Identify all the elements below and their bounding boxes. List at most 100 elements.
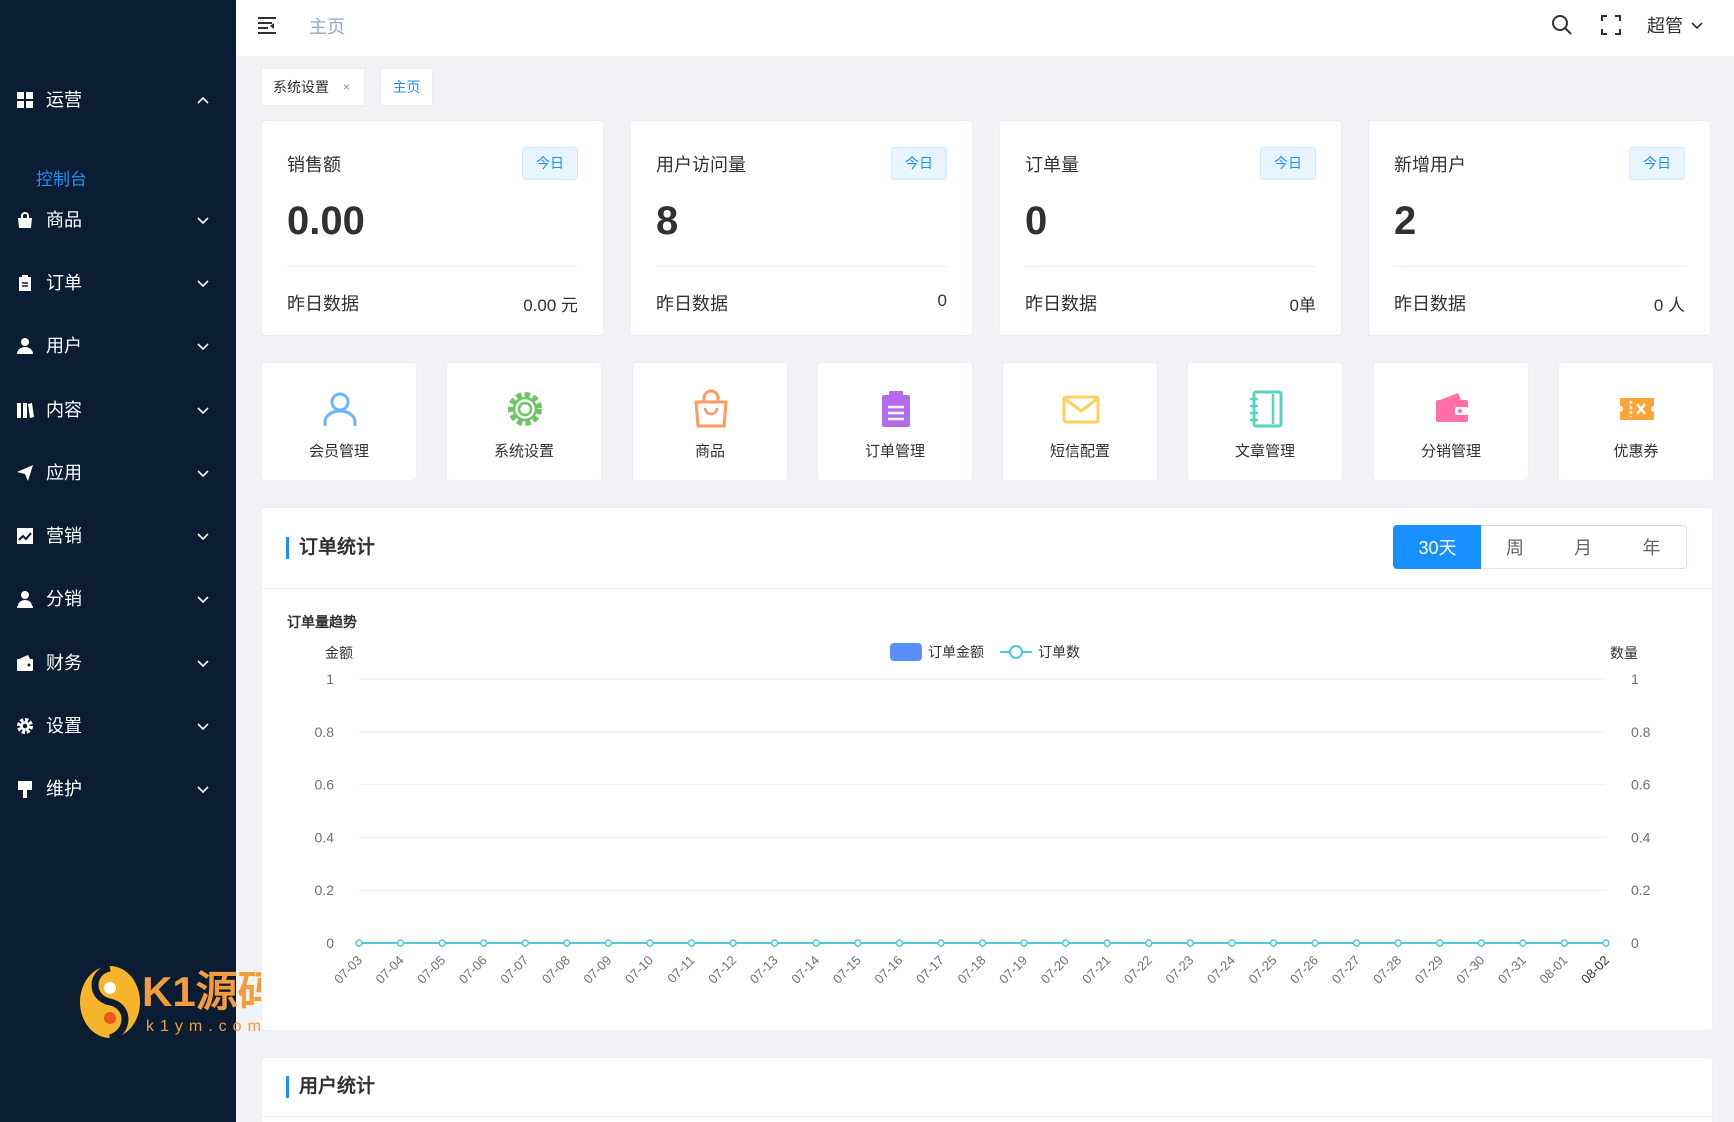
line-point	[1435, 939, 1444, 947]
shortcut-label: 商品	[694, 443, 725, 460]
sidebar-subitem-dashboard[interactable]: 控制台	[0, 156, 236, 196]
search-icon[interactable]	[1550, 13, 1574, 37]
close-icon[interactable]: ×	[343, 80, 350, 94]
user-icon	[17, 338, 33, 354]
shortcut-item[interactable]: 系统设置	[446, 362, 602, 481]
period-badge[interactable]: 今日	[522, 147, 578, 180]
shortcut-label: 系统设置	[493, 443, 554, 460]
user-menu[interactable]: 超管	[1647, 11, 1705, 39]
x-tick-label: 07-14	[788, 953, 822, 987]
divider	[287, 266, 578, 267]
shortcut-item[interactable]: 优惠券	[1558, 362, 1714, 481]
sidebar-item-label: 商品	[46, 210, 82, 230]
sidebar-item-6[interactable]: 营销	[0, 516, 236, 556]
stat-title: 新增用户	[1394, 155, 1466, 175]
shortcut-item[interactable]: 短信配置	[1002, 362, 1158, 481]
line-point	[563, 939, 571, 947]
collapse-menu-icon[interactable]	[256, 14, 280, 38]
shortcut-label: 订单管理	[864, 443, 925, 460]
stat-card: 订单量 今日 0 昨日数据 0单	[999, 120, 1342, 336]
line-point	[687, 939, 696, 947]
period-badge[interactable]: 今日	[1629, 147, 1685, 180]
line-point	[1519, 939, 1527, 947]
shortcut-item[interactable]: 分销管理	[1373, 362, 1529, 481]
sidebar-item-7[interactable]: 分销	[0, 579, 236, 619]
x-tick-label: 07-08	[539, 953, 573, 987]
segment-month[interactable]: 月	[1549, 525, 1618, 569]
sidebar-item-0[interactable]: 运营	[0, 80, 236, 120]
segment-week[interactable]: 周	[1481, 525, 1550, 569]
chevron-down-icon	[197, 660, 209, 668]
line-point	[1061, 939, 1070, 947]
shortcut-item[interactable]: 商品	[632, 362, 788, 481]
y-tick-label-left: 1	[326, 671, 334, 687]
user-name: 超管	[1647, 16, 1683, 36]
tag-system-settings[interactable]: 系统设置 ×	[261, 68, 365, 106]
yesterday-value: 0.00 元	[523, 296, 578, 315]
grid-icon	[17, 92, 33, 108]
x-tick-label: 07-24	[1204, 953, 1238, 987]
segment-30days[interactable]: 30天	[1393, 525, 1482, 569]
breadcrumb[interactable]: 主页	[309, 13, 345, 39]
x-tick-label: 07-22	[1121, 953, 1155, 987]
y-tick-label-left: 0.4	[315, 829, 335, 845]
chevron-down-icon	[1691, 22, 1703, 30]
stat-value: 0.00	[287, 199, 365, 243]
notebook-icon	[1250, 390, 1283, 428]
line-point	[770, 939, 779, 947]
x-tick-label: 07-17	[913, 953, 947, 987]
shortcut-label: 会员管理	[308, 443, 369, 460]
x-tick-label: 07-09	[580, 953, 614, 987]
shopping-bag-icon	[18, 212, 32, 228]
panel-title: 用户统计	[286, 1076, 375, 1098]
sidebar-item-3[interactable]: 用户	[0, 326, 236, 366]
line-point	[812, 939, 820, 947]
shortcut-item[interactable]: 会员管理	[261, 362, 417, 481]
period-badge[interactable]: 今日	[891, 147, 947, 180]
sidebar-item-10[interactable]: 维护	[0, 769, 236, 809]
x-tick-label: 07-27	[1329, 953, 1363, 987]
line-point	[1145, 939, 1153, 947]
bag-outline-icon	[694, 389, 728, 428]
sidebar-item-2[interactable]: 订单	[0, 263, 236, 303]
x-tick-label: 07-29	[1412, 953, 1446, 987]
y-tick-label-right: 0.4	[1631, 829, 1651, 845]
x-tick-label: 07-19	[996, 953, 1030, 987]
stat-value: 0	[1025, 199, 1048, 243]
stat-value: 8	[656, 199, 679, 243]
sidebar-item-8[interactable]: 财务	[0, 643, 236, 683]
line-point	[521, 939, 530, 947]
divider	[656, 266, 947, 267]
sidebar-item-9[interactable]: 设置	[0, 706, 236, 746]
sidebar-item-label: 财务	[46, 653, 82, 673]
line-point	[1020, 939, 1028, 947]
line-point	[978, 939, 987, 947]
x-tick-label: 07-04	[373, 953, 407, 987]
yesterday-label: 昨日数据	[287, 294, 359, 314]
line-point	[646, 939, 654, 947]
y-tick-label-right: 0.6	[1631, 777, 1651, 793]
sidebar-item-label: 分销	[46, 589, 82, 609]
sidebar-item-1[interactable]: 商品	[0, 200, 236, 240]
wallet-pink-icon	[1436, 393, 1468, 422]
ticket-icon	[1620, 398, 1654, 420]
logo-subtext: k1ym.com	[146, 1018, 267, 1035]
line-point	[479, 939, 488, 947]
sidebar-item-4[interactable]: 内容	[0, 390, 236, 430]
period-badge[interactable]: 今日	[1260, 147, 1316, 180]
sidebar-item-5[interactable]: 应用	[0, 453, 236, 493]
shortcut-label: 分销管理	[1420, 443, 1481, 460]
sidebar-item-label: 维护	[46, 779, 82, 799]
sidebar-item-label: 应用	[46, 463, 82, 483]
line-point	[937, 939, 945, 947]
chevron-down-icon	[197, 343, 209, 351]
shortcut-item[interactable]: 订单管理	[817, 362, 973, 481]
segment-year[interactable]: 年	[1617, 525, 1687, 569]
shortcut-item[interactable]: 文章管理	[1187, 362, 1343, 481]
tag-label: 主页	[392, 79, 421, 95]
brush-icon	[18, 781, 32, 798]
fullscreen-icon[interactable]	[1599, 13, 1623, 37]
x-tick-label: 07-05	[414, 953, 448, 987]
tag-home[interactable]: 主页	[380, 68, 433, 106]
gear-icon	[17, 718, 33, 734]
